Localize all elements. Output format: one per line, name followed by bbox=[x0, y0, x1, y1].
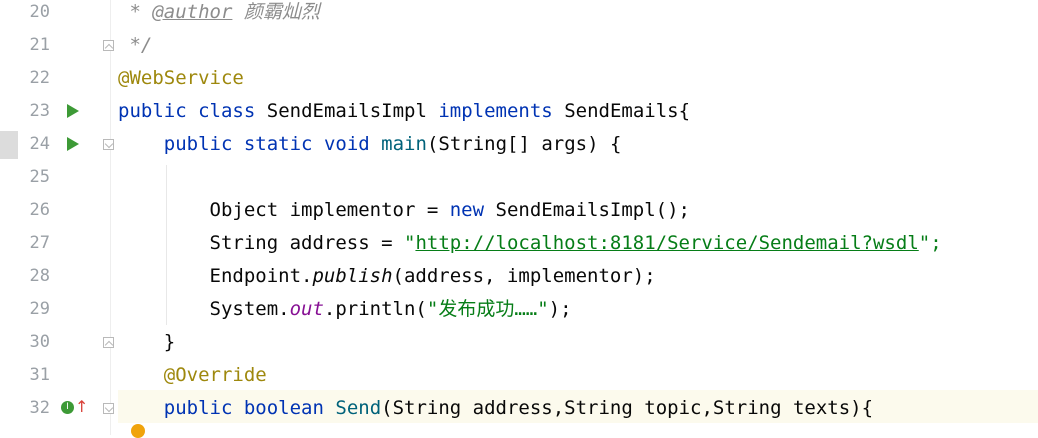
implements-method-icon[interactable]: I bbox=[61, 401, 74, 414]
code-text[interactable]: public static void main(String[] args) { bbox=[118, 128, 622, 161]
javadoc-tag: @author bbox=[152, 1, 233, 23]
method-name: main bbox=[381, 133, 427, 155]
code-text[interactable]: @WebService bbox=[118, 62, 244, 95]
code-segment: Object implementor = bbox=[209, 199, 450, 221]
code-line-27: 27 String address = "http://localhost:81… bbox=[0, 227, 1038, 260]
line-number: 20 bbox=[29, 2, 50, 22]
code-line-23: 23 public class SendEmailsImpl implement… bbox=[0, 95, 1038, 128]
code-line-31: 31 @Override bbox=[0, 359, 1038, 392]
closing-brace: } bbox=[163, 331, 176, 353]
code-text[interactable]: System.out.println("发布成功……"); bbox=[118, 293, 572, 326]
intention-bulb-icon[interactable] bbox=[131, 424, 145, 438]
code-text[interactable]: } bbox=[118, 326, 175, 359]
code-text[interactable]: */ bbox=[118, 29, 152, 62]
code-line-22: 22 @WebService bbox=[0, 62, 1038, 95]
line-number: 26 bbox=[29, 200, 50, 220]
keyword: public bbox=[118, 100, 187, 122]
code-line-24: 24 public static void main(String[] args… bbox=[0, 128, 1038, 161]
method-params: (String address,String topic,String text… bbox=[381, 397, 874, 419]
code-text[interactable]: * @author 颜霸灿烈 bbox=[118, 0, 320, 29]
code-text[interactable]: public class SendEmailsImpl implements S… bbox=[118, 95, 690, 128]
string-end: "; bbox=[918, 232, 942, 254]
code-segment: System. bbox=[209, 298, 290, 320]
annotation: @WebService bbox=[118, 67, 244, 89]
code-text[interactable]: Endpoint.publish(address, implementor); bbox=[118, 260, 656, 293]
keyword: new bbox=[449, 199, 485, 221]
fold-end-icon[interactable] bbox=[103, 40, 114, 51]
comment-end: */ bbox=[118, 34, 153, 56]
string-literal: "发布成功……" bbox=[426, 298, 549, 320]
code-line-30: 30 } bbox=[0, 326, 1038, 359]
url-link[interactable]: http://localhost:8181/Service/Sendemail?… bbox=[415, 232, 918, 254]
code-line-28: 28 Endpoint.publish(address, implementor… bbox=[0, 260, 1038, 293]
code-text[interactable]: String address = "http://localhost:8181/… bbox=[118, 227, 942, 260]
code-line-20: 20 * @author 颜霸灿烈 bbox=[0, 0, 1038, 29]
code-line-21: 21 */ bbox=[0, 29, 1038, 62]
code-line-32: 32 I ↑ public boolean Send(String addres… bbox=[0, 392, 1038, 425]
method-name: Send bbox=[335, 397, 382, 419]
keyword: void bbox=[323, 133, 370, 155]
go-to-super-arrow-icon[interactable]: ↑ bbox=[75, 397, 88, 417]
comment-prefix: * bbox=[118, 1, 153, 23]
keyword: class bbox=[198, 100, 256, 122]
line-number: 22 bbox=[29, 68, 50, 88]
static-field: out bbox=[289, 298, 324, 320]
javadoc-author: 颜霸灿烈 bbox=[232, 1, 320, 23]
line-number: 24 bbox=[29, 134, 50, 154]
code-segment: SendEmailsImpl(); bbox=[484, 199, 690, 221]
line-number: 29 bbox=[29, 299, 50, 319]
code-segment: ); bbox=[548, 298, 572, 320]
interface-name: SendEmails{ bbox=[564, 100, 691, 122]
fold-start-icon[interactable] bbox=[103, 139, 114, 150]
line-number: 30 bbox=[29, 332, 50, 352]
static-method: publish bbox=[312, 265, 393, 287]
keyword: static bbox=[243, 133, 313, 155]
keyword: public bbox=[163, 133, 233, 155]
line-number: 21 bbox=[29, 35, 50, 55]
code-segment: Endpoint. bbox=[209, 265, 313, 287]
code-line-29: 29 System.out.println("发布成功……"); bbox=[0, 293, 1038, 326]
code-segment: .println( bbox=[323, 298, 427, 320]
line-number: 32 bbox=[29, 398, 50, 418]
class-name: SendEmailsImpl bbox=[266, 100, 427, 122]
line-number: 23 bbox=[29, 101, 50, 121]
code-line-25: 25 bbox=[0, 161, 1038, 194]
code-text[interactable]: Object implementor = new SendEmailsImpl(… bbox=[118, 194, 690, 227]
fold-end-icon[interactable] bbox=[103, 337, 114, 348]
code-line-26: 26 Object implementor = new SendEmailsIm… bbox=[0, 194, 1038, 227]
code-segment: String address = bbox=[209, 232, 404, 254]
line-number: 25 bbox=[29, 167, 50, 187]
code-segment: (address, implementor); bbox=[392, 265, 656, 287]
keyword: public bbox=[163, 397, 233, 419]
line-number: 27 bbox=[29, 233, 50, 253]
code-text[interactable]: public boolean Send(String address,Strin… bbox=[118, 392, 873, 425]
run-icon[interactable] bbox=[67, 104, 79, 118]
code-text[interactable]: @Override bbox=[118, 359, 267, 392]
string-quote: " bbox=[403, 232, 416, 254]
method-params: (String[] args) { bbox=[426, 133, 622, 155]
annotation: @Override bbox=[163, 364, 267, 386]
fold-start-icon[interactable] bbox=[103, 403, 114, 414]
line-number: 28 bbox=[29, 266, 50, 286]
keyword: boolean bbox=[243, 397, 324, 419]
line-number: 31 bbox=[29, 365, 50, 385]
run-icon[interactable] bbox=[67, 137, 79, 151]
keyword: implements bbox=[438, 100, 553, 122]
